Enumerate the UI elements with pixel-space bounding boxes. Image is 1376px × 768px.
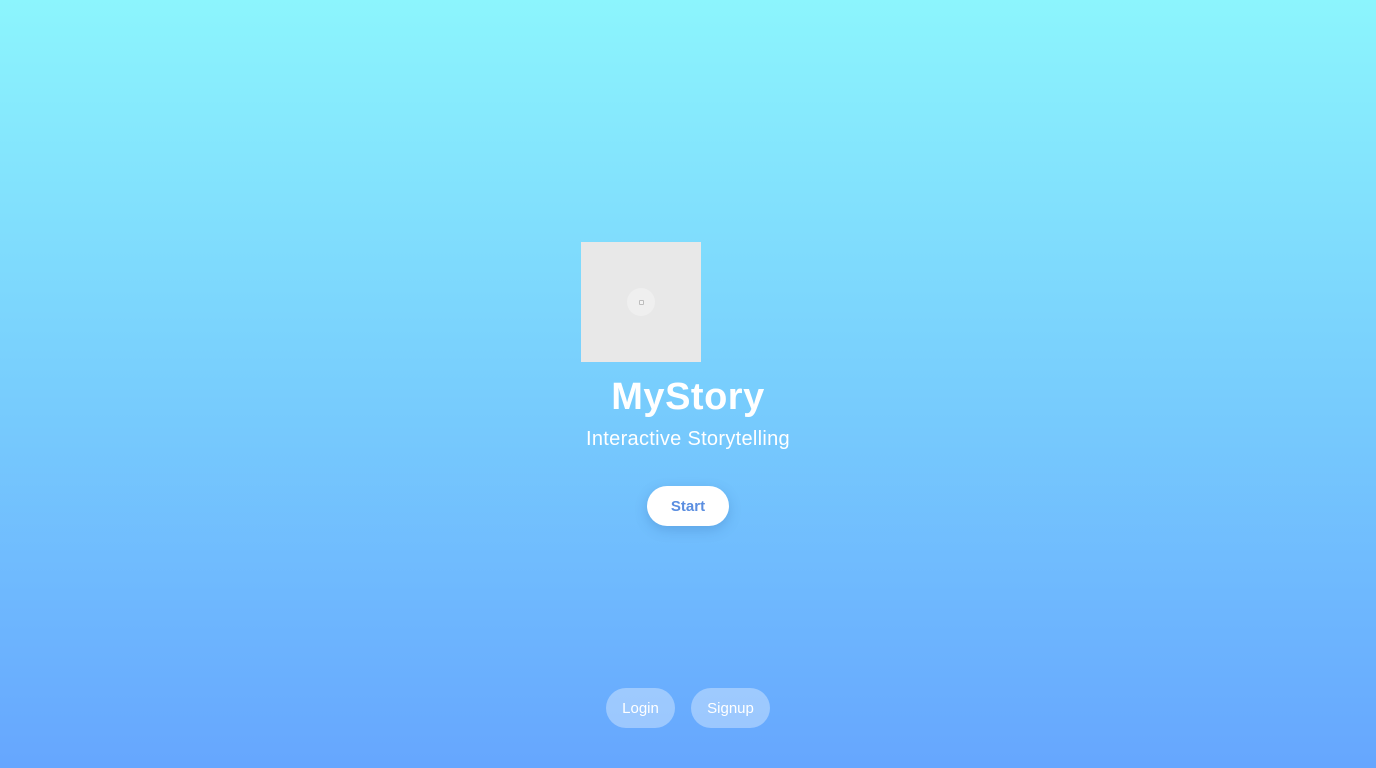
app-title: MyStory [611, 376, 765, 418]
signup-button[interactable]: Signup [691, 688, 770, 728]
start-button[interactable]: Start [647, 486, 729, 526]
app-logo-image [581, 242, 701, 362]
loading-spinner-icon [627, 288, 655, 316]
spinner-dot [638, 299, 644, 305]
app-subtitle: Interactive Storytelling [586, 428, 790, 450]
login-button[interactable]: Login [606, 688, 675, 728]
